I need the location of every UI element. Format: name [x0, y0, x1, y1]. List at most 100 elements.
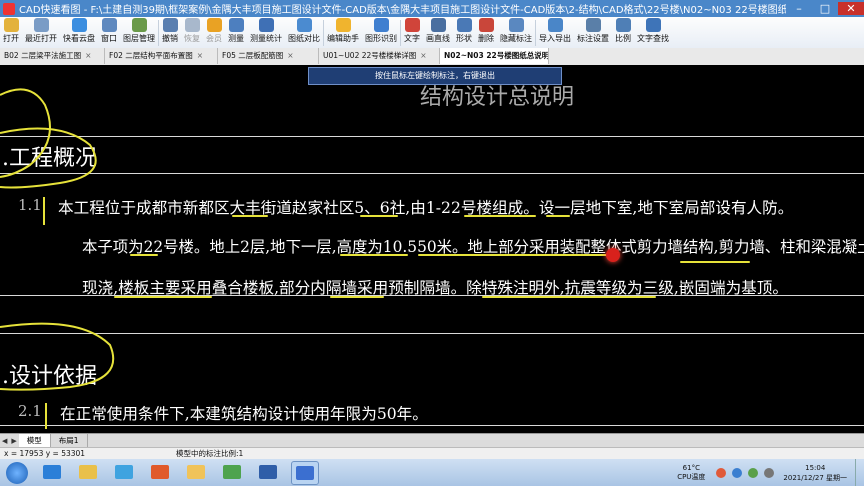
tab-close-icon[interactable]: × [420, 51, 426, 60]
document-tab-label: F02 二层结构平面布置图 [109, 51, 193, 60]
annotation-underline [680, 261, 750, 263]
toolbar-button-label: 图纸对比 [288, 34, 320, 43]
shape-button[interactable]: 形状 [453, 17, 475, 48]
undo-icon [162, 18, 178, 32]
cloud-drive-icon [115, 464, 133, 479]
annotation-underline [546, 215, 570, 217]
annotation-underline [130, 254, 158, 256]
toolbar-button-label: 编辑助手 [327, 34, 359, 43]
app-logo-icon [3, 2, 15, 15]
toolbar-button-label: 测量统计 [250, 34, 282, 43]
layout-tabs-bar: ◀ ▶ 模型 布局1 [0, 433, 864, 447]
maximize-button[interactable]: □ [812, 2, 838, 15]
annotation-settings-icon [585, 18, 601, 32]
freehand-annotation [0, 322, 115, 391]
recognize-button[interactable]: 图形识别 [362, 17, 400, 48]
cpu-temp-widget[interactable]: 61°C CPU温度 [677, 464, 705, 482]
taskbar-app-button[interactable] [147, 461, 173, 483]
toolbar-button-label: 文字查找 [637, 34, 669, 43]
cpu-temp-label: CPU温度 [677, 472, 706, 481]
volume-icon[interactable] [764, 467, 775, 478]
layout-prev-button[interactable]: ◀ [0, 437, 9, 445]
import-export-button[interactable]: 导入导出 [536, 17, 574, 48]
undo-button[interactable]: 撤销 [159, 17, 181, 48]
minimize-button[interactable]: – [786, 2, 812, 15]
toolbar-button-label: 删除 [478, 34, 494, 43]
annotation-underline [360, 215, 398, 217]
layout-tab[interactable]: 布局1 [51, 434, 88, 447]
compare-button[interactable]: 图纸对比 [285, 17, 323, 48]
toolbar-button-label: 恢复 [184, 34, 200, 43]
recognize-icon [373, 18, 389, 32]
window-title: CAD快速看图 - F:\土建自测39期\框架案例\金隅大丰项目施工图设计文件-… [19, 5, 786, 16]
line-button[interactable]: 画直线 [423, 17, 453, 48]
taskbar-app-button[interactable] [291, 460, 319, 485]
document-tab[interactable]: F02 二层结构平面布置图 × [105, 48, 218, 64]
document-tab-label: U01~U02 22号楼楼梯详图 [323, 51, 417, 60]
browser-icon [223, 464, 241, 479]
toolbar-button-label: 图形识别 [365, 34, 397, 43]
tray-app-icon[interactable] [716, 467, 727, 478]
measure-button[interactable]: 测量 [225, 17, 247, 48]
toolbar-button-label: 最近打开 [25, 34, 57, 43]
document-tab[interactable]: U01~U02 22号楼楼梯详图 × [319, 48, 440, 64]
toolbar-button-label: 测量 [228, 34, 244, 43]
layout-next-button[interactable]: ▶ [9, 437, 18, 445]
line-icon [430, 18, 446, 32]
window-button[interactable]: 窗口 [98, 17, 120, 48]
toolbar-button-label: 窗口 [101, 34, 117, 43]
network-icon[interactable] [732, 467, 743, 478]
edit-assistant-button[interactable]: 编辑助手 [324, 17, 362, 48]
document-tab[interactable]: B02 二层梁平法施工图 × [0, 48, 105, 64]
show-desktop-button[interactable] [855, 459, 864, 486]
measure-stats-button[interactable]: 测量统计 [247, 17, 285, 48]
word-icon [259, 464, 277, 479]
cursor-indicator [606, 248, 620, 262]
clock-time: 15:04 [805, 463, 826, 472]
toolbar-button-label: 比例 [615, 34, 631, 43]
document-tab-label: B02 二层梁平法施工图 [4, 51, 82, 60]
text-button[interactable]: 文字 [401, 17, 423, 48]
annotation-underline [418, 254, 612, 256]
window-icon [101, 18, 117, 32]
scale-button[interactable]: 比例 [612, 17, 634, 48]
hide-annotation-button[interactable]: 隐藏标注 [497, 17, 535, 48]
toolbar-button-label: 导入导出 [539, 34, 571, 43]
redo-button[interactable]: 恢复 [181, 17, 203, 48]
close-button[interactable]: ✕ [838, 2, 864, 15]
taskbar-app-button[interactable] [255, 461, 281, 483]
taskbar-app-button[interactable] [39, 461, 65, 483]
drawing-canvas[interactable]: 按住鼠标左键绘制标注，右键退出 结构设计总说明 .工程概况 1.1 本工程位于成… [0, 65, 864, 433]
folder-icon [187, 464, 205, 479]
taskbar-app-button[interactable] [219, 461, 245, 483]
tab-close-icon[interactable]: × [197, 51, 203, 60]
clock-date: 2021/12/27 星期一 [783, 473, 847, 482]
security-icon[interactable] [748, 467, 759, 478]
measure-stats-icon [258, 18, 274, 32]
delete-button[interactable]: 删除 [475, 17, 497, 48]
taskbar-app-button[interactable] [183, 461, 209, 483]
document-tab[interactable]: F05 二层板配筋图 × [218, 48, 319, 64]
compare-icon [296, 18, 312, 32]
folder-button[interactable]: 打开 [0, 17, 22, 48]
layout-tab[interactable]: 模型 [18, 434, 51, 447]
document-tab[interactable]: N02~N03 22号楼图纸总说明× [440, 48, 549, 64]
text-search-button[interactable]: 文字查找 [634, 17, 672, 48]
text-search-icon [645, 18, 661, 32]
layers-icon [131, 18, 147, 32]
window-controls: – □ ✕ [786, 2, 864, 15]
taskbar-app-button[interactable] [111, 461, 137, 483]
layers-button[interactable]: 图层管理 [120, 17, 158, 48]
recent-button[interactable]: 最近打开 [22, 17, 60, 48]
vip-button[interactable]: 会员 [203, 17, 225, 48]
toolbar-button-label: 画直线 [426, 34, 450, 43]
document-tabs: B02 二层梁平法施工图 × F02 二层结构平面布置图 × F05 二层板配筋图 × U0… [0, 48, 864, 66]
cloud-button[interactable]: 快看云盘 [60, 17, 98, 48]
start-button[interactable] [6, 461, 28, 484]
annotation-settings-button[interactable]: 标注设置 [574, 17, 612, 48]
tab-close-icon[interactable]: × [85, 51, 91, 60]
cpu-temp-value: 61°C [682, 463, 700, 472]
system-clock[interactable]: 15:04 2021/12/27 星期一 [783, 463, 847, 483]
taskbar-app-button[interactable] [75, 461, 101, 483]
tab-close-icon[interactable]: × [287, 51, 293, 60]
